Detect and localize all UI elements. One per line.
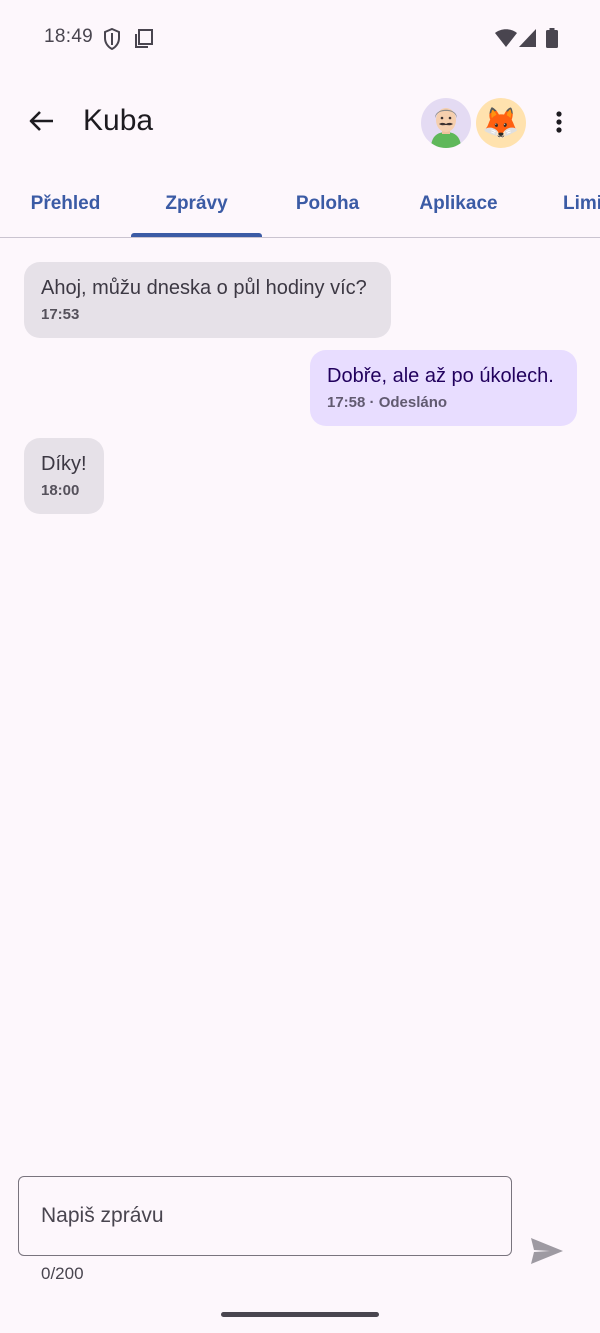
gesture-nav-handle[interactable] [221, 1312, 379, 1317]
messages-screen: 18:49 Kuba 🦊 Přehled Zprávy Poloha Aplik… [0, 0, 600, 1333]
page-title: Kuba [83, 104, 154, 137]
tab-label: Poloha [295, 192, 360, 214]
screen-cast-icon [134, 28, 154, 53]
tab-label: Přehled [30, 192, 101, 214]
battery-icon [546, 28, 558, 53]
message-text: Ahoj, můžu dneska o půl hodiny víc? [41, 277, 367, 299]
tab-limity[interactable]: Limi [530, 170, 600, 237]
back-button[interactable] [18, 100, 64, 146]
tab-label: Limi [563, 192, 600, 214]
wifi-icon [494, 28, 518, 53]
more-options-button[interactable] [540, 104, 578, 144]
message-time: 18:00 [41, 482, 80, 499]
tab-label: Aplikace [419, 192, 498, 214]
parent-avatar[interactable] [421, 98, 471, 148]
tab-zpravy[interactable]: Zprávy [131, 170, 262, 237]
message-text: Díky! [41, 453, 87, 475]
message-bubble-outgoing[interactable]: Dobře, ale až po úkolech. 17:58 · Odeslá… [310, 350, 577, 426]
active-tab-indicator [131, 233, 262, 237]
message-bubble-incoming[interactable]: Ahoj, můžu dneska o půl hodiny víc? 17:5… [24, 262, 391, 338]
shield-icon [103, 27, 121, 55]
send-icon [530, 1237, 564, 1270]
status-time: 18:49 [44, 26, 94, 47]
app-bar: Kuba 🦊 [0, 76, 600, 170]
signal-icon [518, 28, 538, 53]
message-time: 17:53 [41, 306, 80, 323]
message-bubble-incoming[interactable]: Díky! 18:00 [24, 438, 104, 514]
tab-prehled[interactable]: Přehled [0, 170, 131, 237]
tab-label: Zprávy [165, 192, 228, 214]
tab-poloha[interactable]: Poloha [262, 170, 393, 237]
fox-icon: 🦊 [482, 106, 520, 140]
status-bar: 18:49 [0, 0, 600, 76]
message-text: Dobře, ale až po úkolech. [327, 365, 554, 387]
send-button[interactable] [526, 1232, 568, 1274]
character-counter: 0/200 [41, 1264, 84, 1283]
more-vert-icon [556, 110, 562, 138]
arrow-back-icon [28, 109, 54, 138]
fox-avatar[interactable]: 🦊 [476, 98, 526, 148]
parent-avatar-icon [431, 108, 461, 148]
message-time-status: 17:58 · Odesláno [327, 394, 448, 411]
message-input[interactable] [18, 1176, 512, 1256]
tab-bar: Přehled Zprávy Poloha Aplikace Limi [0, 170, 600, 238]
tab-aplikace[interactable]: Aplikace [393, 170, 524, 237]
